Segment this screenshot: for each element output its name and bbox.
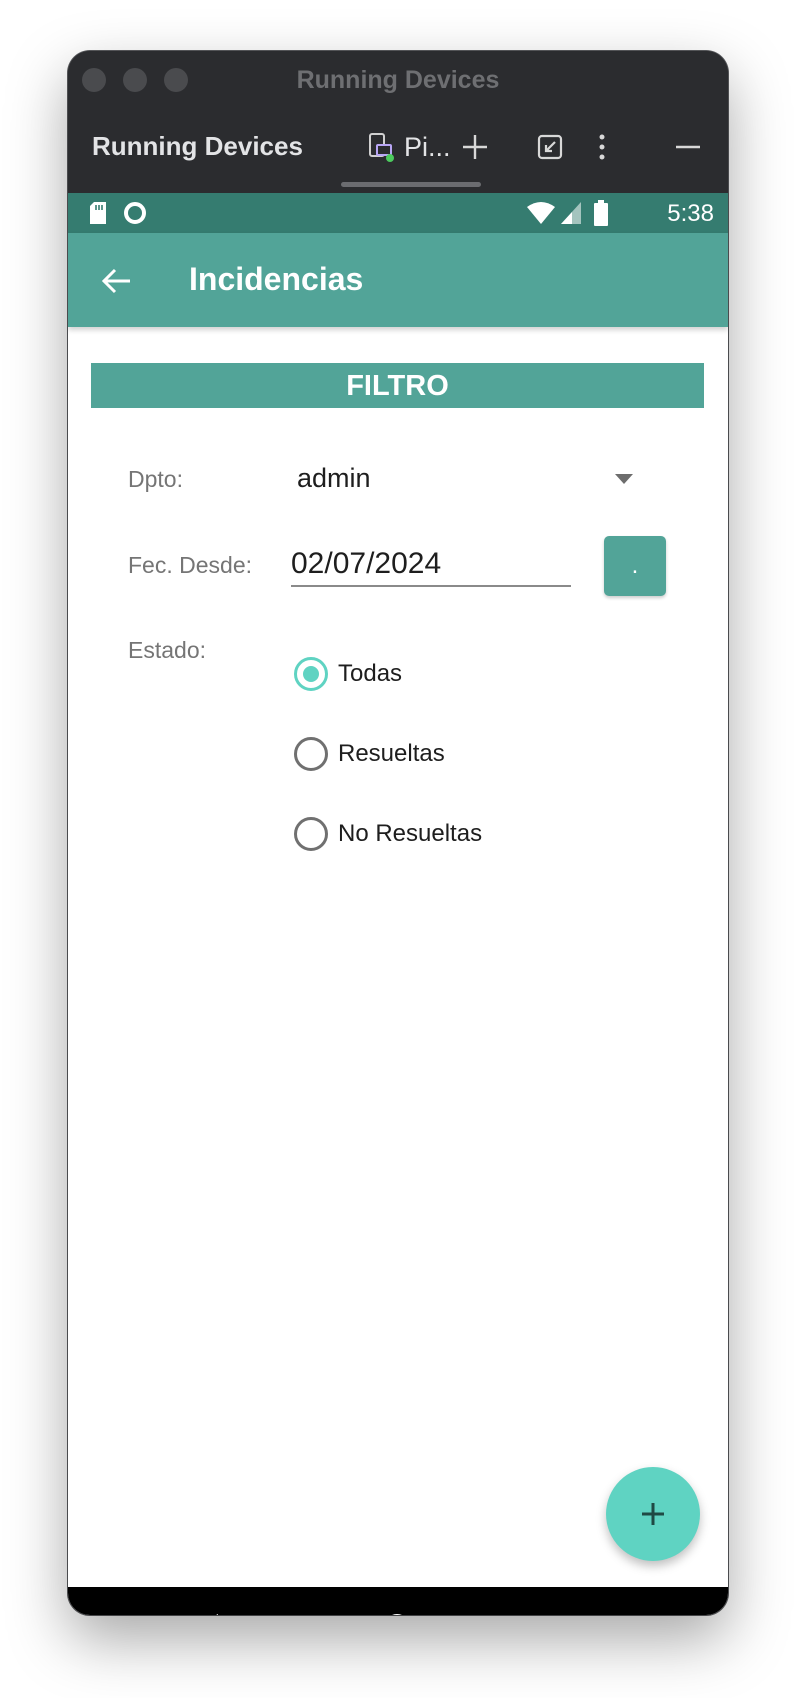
recents-square-icon[interactable] — [571, 1607, 611, 1615]
page-title: Incidencias — [189, 261, 364, 297]
window-titlebar: Running Devices — [68, 51, 728, 107]
estado-label: Estado: — [128, 637, 206, 663]
filter-header: FILTRO — [91, 363, 704, 408]
device-tab[interactable]: Pi... — [368, 129, 451, 165]
android-nav-bar — [68, 1587, 728, 1615]
home-circle-icon[interactable] — [377, 1607, 417, 1615]
battery-icon — [594, 200, 608, 226]
dpto-label: Dpto: — [128, 466, 183, 492]
tab-underline — [341, 182, 481, 187]
add-incident-fab[interactable] — [606, 1467, 700, 1561]
cell-signal-icon — [561, 202, 581, 224]
android-status-bar: 5:38 — [68, 193, 728, 233]
add-device-icon[interactable] — [459, 131, 491, 163]
status-time: 5:38 — [667, 200, 714, 227]
plus-icon — [642, 1503, 664, 1525]
dropdown-arrow-icon — [615, 474, 633, 484]
emulator-window: Running Devices Running Devices Pi... 5:… — [68, 51, 728, 1615]
tool-window-title: Running Devices — [92, 131, 303, 161]
window-title: Running Devices — [296, 66, 500, 94]
collapse-window-icon[interactable] — [534, 131, 566, 163]
more-options-icon[interactable] — [586, 131, 618, 163]
back-triangle-icon[interactable] — [186, 1607, 226, 1615]
dpto-value: admin — [297, 463, 371, 493]
radio-button-checked[interactable] — [294, 657, 328, 691]
radio-label-no-resueltas: No Resueltas — [338, 820, 483, 847]
radio-label-resueltas: Resueltas — [338, 740, 445, 767]
date-from-input[interactable] — [291, 543, 571, 587]
sync-circle-icon — [124, 202, 146, 224]
radio-button[interactable] — [294, 817, 328, 851]
back-arrow-icon[interactable] — [96, 261, 136, 301]
radio-button[interactable] — [294, 737, 328, 771]
device-screen: 5:38 Incidencias FILTRO Dpto: admin Fec.… — [68, 193, 728, 1615]
sd-card-icon — [90, 202, 106, 224]
date-label: Fec. Desde: — [128, 552, 252, 578]
wifi-icon — [527, 202, 555, 224]
device-icon — [369, 133, 394, 162]
date-picker-button[interactable]: . — [604, 536, 666, 596]
app-bar: Incidencias — [68, 233, 728, 327]
device-tab-label: Pi... — [404, 131, 451, 162]
radio-label-todas: Todas — [338, 660, 403, 687]
hide-panel-icon[interactable] — [672, 131, 704, 163]
